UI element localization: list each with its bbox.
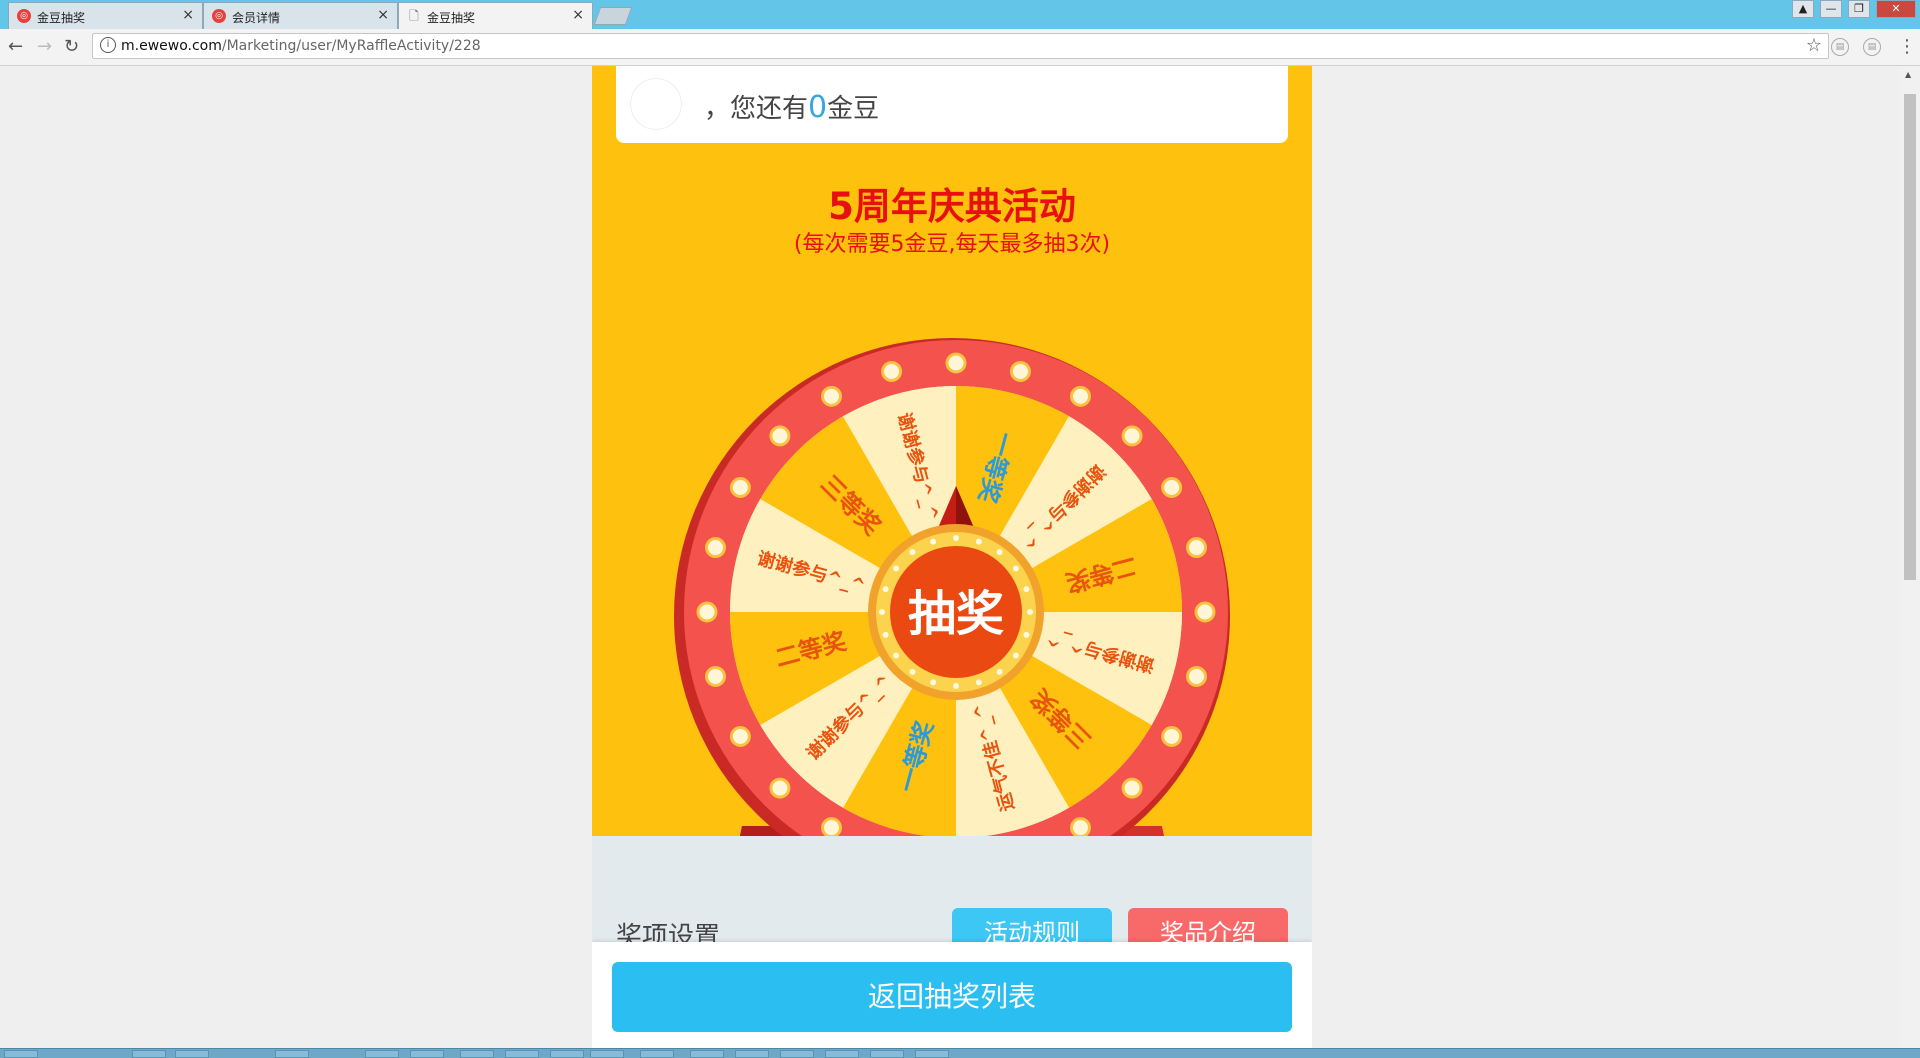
- wheel-light: [696, 601, 718, 623]
- forward-arrow-icon[interactable]: →: [37, 36, 52, 57]
- wheel-light: [1121, 425, 1143, 447]
- spin-button-dot: [953, 683, 959, 689]
- wheel-light: [729, 477, 751, 498]
- spin-button-dot: [1012, 565, 1019, 572]
- spin-button-dot: [1023, 586, 1030, 593]
- spin-button-dot: [882, 586, 889, 593]
- browser-tab[interactable]: ◎ 金豆抽奖 ×: [8, 2, 203, 29]
- close-icon[interactable]: ×: [182, 7, 194, 23]
- scroll-up-icon[interactable]: ▲: [1905, 70, 1911, 79]
- wheel-light: [729, 726, 751, 747]
- more-menu-icon[interactable]: ⋮: [1898, 36, 1916, 57]
- wheel-light: [1186, 537, 1208, 559]
- wheel-light: [1186, 665, 1208, 687]
- wheel-light: [1070, 817, 1091, 839]
- restore-icon[interactable]: ❐: [1848, 0, 1870, 18]
- spin-button-dot: [909, 549, 916, 556]
- spin-button-dot: [879, 609, 885, 615]
- wheel-light: [945, 352, 967, 374]
- raffle-page: ，您还有0金豆 5周年庆典活动 (每次需要5金豆,每天最多抽3次) 一等奖 谢谢参…: [592, 66, 1312, 1048]
- wheel-light: [821, 385, 842, 407]
- scroll-thumb[interactable]: [1904, 94, 1916, 580]
- bookmark-star-icon[interactable]: ☆: [1806, 35, 1822, 56]
- wheel-light: [704, 537, 726, 559]
- spin-button-dot: [975, 538, 982, 545]
- bean-balance: ，您还有0金豆: [704, 90, 880, 125]
- extension-icon[interactable]: ▤: [1831, 38, 1849, 56]
- wheel-light: [1161, 726, 1183, 747]
- browser-tab-active[interactable]: 🗋 金豆抽奖 ×: [398, 2, 593, 29]
- user-icon[interactable]: ▲: [1792, 0, 1814, 18]
- wheel-light: [1009, 360, 1031, 382]
- spin-button-dot: [882, 631, 889, 638]
- close-icon[interactable]: ×: [377, 7, 389, 23]
- bean-count: 0: [808, 90, 828, 125]
- spin-button-dot: [1012, 652, 1019, 659]
- tab-title: 会员详情: [232, 11, 281, 25]
- spin-button-dot: [909, 668, 916, 675]
- spin-button-label[interactable]: 抽奖: [908, 586, 1004, 642]
- close-icon[interactable]: ×: [572, 7, 584, 23]
- wheel-light: [769, 777, 791, 799]
- spin-button-dot: [996, 549, 1003, 556]
- spin-button-dot: [1023, 631, 1030, 638]
- browser-tab[interactable]: ◎ 会员详情 ×: [203, 2, 398, 29]
- wheel-light: [821, 817, 842, 839]
- browser-tab-strip: ◎ 金豆抽奖 × ◎ 会员详情 × 🗋 金豆抽奖 × ▲ — ❐ ✕: [0, 0, 1920, 29]
- info-icon[interactable]: i: [100, 37, 116, 53]
- address-bar[interactable]: i m.ewewo.com/Marketing/user/MyRaffleAct…: [92, 33, 1829, 59]
- spin-button-dot: [953, 535, 959, 541]
- user-info-card: ，您还有0金豆: [616, 66, 1288, 143]
- bottom-action-bar: 返回抽奖列表: [592, 942, 1312, 1048]
- url-text[interactable]: m.ewewo.com/Marketing/user/MyRaffleActiv…: [121, 38, 481, 54]
- page-scrollbar[interactable]: ▲: [1900, 66, 1920, 1048]
- tab-title: 金豆抽奖: [37, 11, 86, 25]
- avatar: [630, 78, 682, 130]
- page-subtitle: (每次需要5金豆,每天最多抽3次): [793, 232, 1111, 257]
- site-logo-icon: ◎: [212, 9, 226, 23]
- spin-button-dot: [996, 668, 1003, 675]
- new-tab-button[interactable]: [593, 7, 633, 25]
- reload-icon[interactable]: ↻: [64, 36, 79, 57]
- back-to-raffle-list-button[interactable]: 返回抽奖列表: [612, 962, 1292, 1032]
- browser-toolbar: ← → ↻ i m.ewewo.com/Marketing/user/MyRaf…: [0, 29, 1920, 66]
- wheel-light: [1194, 601, 1216, 623]
- minimize-icon[interactable]: —: [1820, 0, 1842, 18]
- spin-button-dot: [893, 565, 900, 572]
- wheel-light: [881, 360, 903, 382]
- spin-button-dot: [930, 679, 937, 686]
- tab-title: 金豆抽奖: [427, 11, 476, 25]
- wheel-light: [769, 425, 791, 447]
- spin-button-dot: [930, 538, 937, 545]
- wheel-light: [1070, 385, 1091, 407]
- wheel-light: [1161, 477, 1183, 498]
- window-close-icon[interactable]: ✕: [1876, 0, 1916, 18]
- wheel-light: [1121, 777, 1143, 799]
- page-title: 5周年庆典活动: [828, 185, 1076, 228]
- wheel-light: [704, 665, 726, 687]
- spin-button-dot: [893, 652, 900, 659]
- spin-button-dot: [975, 679, 982, 686]
- spin-button-dot: [1027, 609, 1033, 615]
- page-icon: 🗋: [409, 9, 419, 23]
- back-arrow-icon[interactable]: ←: [8, 36, 23, 57]
- extension-icon[interactable]: ▤: [1863, 38, 1881, 56]
- site-logo-icon: ◎: [17, 9, 31, 23]
- prize-wheel: 一等奖谢谢参与^_^二等奖谢谢参与^_^三等奖运气不佳^_^一等奖谢谢参与^_^…: [674, 338, 1230, 926]
